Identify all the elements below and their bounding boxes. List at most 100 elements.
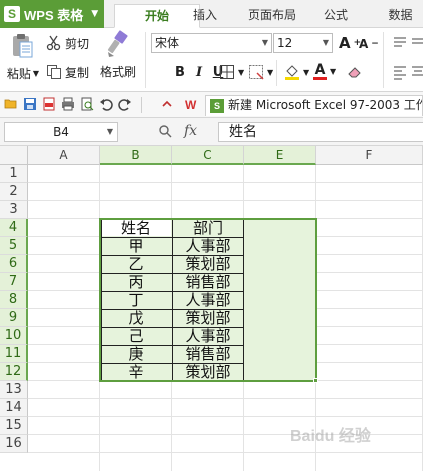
redo-icon[interactable]: [118, 97, 132, 111]
italic-button[interactable]: I: [191, 63, 207, 81]
wps-docer-icon[interactable]: W: [184, 97, 198, 111]
paint-bucket-icon: [285, 65, 299, 80]
borders-icon: [220, 65, 234, 79]
row-header-6[interactable]: 6: [0, 255, 28, 273]
row-header-11[interactable]: 11: [0, 345, 28, 363]
format-painter-button[interactable]: 格式刷: [98, 30, 138, 80]
row-header-4[interactable]: 4: [0, 219, 28, 237]
tab-insert[interactable]: 插入: [182, 4, 228, 28]
column-header-b[interactable]: B: [100, 146, 172, 165]
align-center-button[interactable]: [410, 63, 423, 81]
formula-input[interactable]: 姓名: [218, 122, 423, 142]
cut-button[interactable]: 剪切: [46, 34, 89, 52]
align-left-button[interactable]: [392, 63, 408, 81]
row-header-12[interactable]: 12: [0, 363, 28, 381]
brush-icon: [107, 30, 128, 57]
name-box[interactable]: B4 ▼: [4, 122, 118, 142]
font-size-select[interactable]: 12 ▼: [273, 33, 333, 53]
row-gridline: [28, 452, 423, 453]
fill-color-button[interactable]: ▼: [284, 63, 309, 81]
row-header-2[interactable]: 2: [0, 183, 28, 201]
paste-button[interactable]: 粘贴 ▼: [4, 32, 42, 82]
grow-font-button[interactable]: A +: [339, 34, 361, 52]
ribbon-tab-bar: S WPS 表格 ▼ 开始 插入 页面布局 公式 数据: [0, 0, 423, 28]
ribbon-home: 粘贴 ▼ 剪切 复制 格式刷 宋体 ▼ 12 ▼ A + A − B I U ▼…: [0, 28, 423, 92]
chevron-down-icon: ▼: [106, 127, 113, 136]
chevron-down-icon: ▼: [91, 9, 99, 19]
app-title: WPS 表格: [24, 7, 84, 23]
chevron-down-icon: ▼: [261, 38, 268, 47]
shrink-font-button[interactable]: A −: [359, 35, 379, 53]
selection-range-border: [99, 218, 317, 382]
customize-toolbar-icon[interactable]: [160, 97, 174, 111]
row-header-16[interactable]: 16: [0, 435, 28, 453]
fill-handle[interactable]: [313, 378, 318, 383]
row-header-8[interactable]: 8: [0, 291, 28, 309]
undo-icon[interactable]: [99, 97, 113, 111]
search-icon[interactable]: [158, 124, 172, 138]
align-middle-button[interactable]: [410, 34, 423, 52]
font-size-value: 12: [277, 36, 293, 50]
scissors-icon: [46, 35, 61, 51]
row-header-3[interactable]: 3: [0, 201, 28, 219]
font-name-select[interactable]: 宋体 ▼: [151, 33, 272, 53]
copy-label: 复制: [65, 65, 90, 80]
align-top-icon: [394, 37, 406, 47]
row-header-9[interactable]: 9: [0, 309, 28, 327]
chevron-down-icon: ▼: [330, 66, 337, 76]
font-name-value: 宋体: [155, 36, 180, 50]
row-header-5[interactable]: 5: [0, 237, 28, 255]
row-header-13[interactable]: 13: [0, 381, 28, 399]
font-color-button[interactable]: A ▼: [313, 62, 336, 80]
ribbon-divider: [383, 32, 384, 88]
column-header-c[interactable]: C: [172, 146, 244, 165]
document-tab[interactable]: S 新建 Microsoft Excel 97-2003 工作: [205, 95, 423, 116]
ribbon-divider: [276, 60, 277, 86]
insert-function-button[interactable]: fx: [184, 123, 197, 139]
cut-label: 剪切: [65, 36, 90, 51]
save-icon[interactable]: [23, 97, 37, 111]
tab-data[interactable]: 数据: [378, 4, 423, 28]
clear-format-button[interactable]: [347, 63, 363, 81]
row-header-15[interactable]: 15: [0, 417, 28, 435]
ribbon-divider: [145, 32, 146, 88]
align-top-button[interactable]: [392, 34, 408, 52]
bold-button[interactable]: B: [172, 63, 188, 81]
export-pdf-icon[interactable]: [42, 97, 56, 111]
column-header-a[interactable]: A: [28, 146, 100, 165]
select-all-corner[interactable]: [0, 146, 28, 165]
column-header-f[interactable]: F: [316, 146, 423, 165]
format-painter-label: 格式刷: [99, 65, 136, 79]
paste-label: 粘贴: [6, 67, 31, 81]
cell-style-button[interactable]: ▼: [248, 63, 273, 81]
print-icon[interactable]: [61, 97, 75, 111]
align-middle-icon: [412, 38, 423, 44]
copy-button[interactable]: 复制: [46, 63, 89, 81]
app-menu-button[interactable]: S WPS 表格 ▼: [0, 0, 104, 28]
toolbar-divider: [141, 97, 142, 113]
open-folder-icon[interactable]: [4, 97, 18, 111]
svg-text:W: W: [185, 98, 197, 111]
row-gridline: [28, 398, 423, 399]
tab-page-layout[interactable]: 页面布局: [240, 4, 304, 28]
row-header-10[interactable]: 10: [0, 327, 28, 345]
chevron-down-icon: ▼: [238, 67, 245, 77]
copy-icon: [47, 65, 61, 79]
column-header-e[interactable]: E: [244, 146, 316, 165]
watermark: Baidu 经验: [290, 428, 371, 445]
tab-formulas[interactable]: 公式: [316, 4, 356, 28]
row-header-7[interactable]: 7: [0, 273, 28, 291]
row-gridline: [28, 182, 423, 183]
row-header-14[interactable]: 14: [0, 399, 28, 417]
row-gridline: [28, 416, 423, 417]
row-header-1[interactable]: 1: [0, 165, 28, 183]
formula-bar: B4 ▼ fx 姓名: [0, 118, 423, 146]
name-box-value: B4: [53, 125, 69, 139]
row-gridline: [28, 200, 423, 201]
align-left-icon: [394, 66, 406, 80]
quick-access-toolbar: W S 新建 Microsoft Excel 97-2003 工作: [0, 92, 423, 118]
shrink-font-icon: A: [359, 37, 369, 51]
print-preview-icon[interactable]: [80, 97, 94, 111]
borders-button[interactable]: ▼: [219, 63, 244, 81]
table-style-icon: [249, 65, 264, 80]
